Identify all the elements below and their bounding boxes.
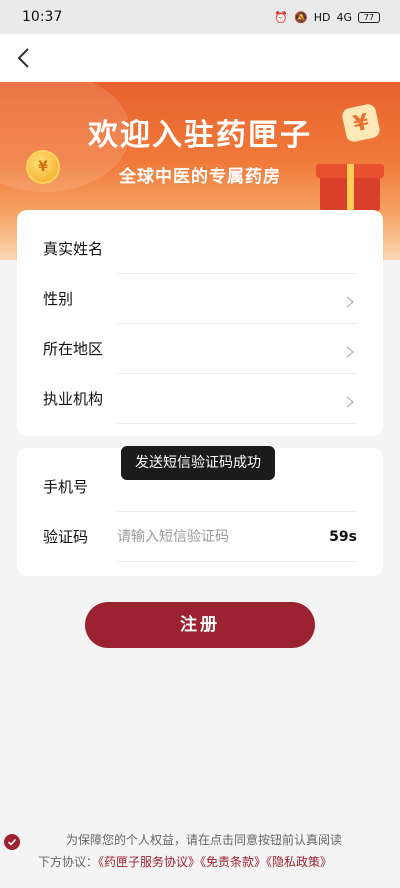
code-label: 验证码 [43,528,89,546]
agree-checkbox[interactable] [4,834,20,850]
divider [117,423,357,424]
agreement-text: 为保障您的个人权益，请在点击同意按钮前认真阅读 下方协议：《药匣子服务协议》《免… [38,829,368,873]
phone-label: 手机号 [43,478,89,496]
agreement-prefix: 下方协议： [38,855,99,869]
battery-icon: 77 [358,11,380,23]
privacy-policy-link[interactable]: 《隐私政策》 [266,855,332,869]
status-time: 10:37 [22,9,63,25]
service-agreement-link[interactable]: 《药匣子服务协议》 [98,855,200,869]
institution-label: 执业机构 [43,390,104,408]
gender-field[interactable]: 性别 [43,274,357,324]
code-input[interactable]: 请输入短信验证码 [117,512,229,562]
nav-bar [0,34,400,82]
banner-title: 欢迎入驻药匣子 [88,118,312,153]
network-type: HD [313,10,331,24]
countdown-timer: 59s [329,529,357,545]
chevron-right-icon [345,393,355,408]
region-field[interactable]: 所在地区 [43,324,357,374]
signal-label: 4G [336,10,352,24]
agreement-links-line: 下方协议：《药匣子服务协议》《免责条款》《隐私政策》 [38,851,368,873]
chevron-right-icon [345,343,355,358]
chevron-right-icon [345,293,355,308]
register-button[interactable]: 注册 [85,602,315,648]
gender-label: 性别 [43,290,74,308]
region-label: 所在地区 [43,340,104,358]
agreement-line: 为保障您的个人权益，请在点击同意按钮前认真阅读 [66,833,343,847]
mute-icon: 🔕 [294,10,308,24]
alarm-icon: ⏰ [274,10,289,24]
institution-field[interactable]: 执业机构 [43,374,357,424]
banner-subtitle: 全球中医的专属药房 [119,167,281,187]
verification-code-field[interactable]: 验证码 请输入短信验证码 59s [43,512,357,562]
divider [117,561,357,562]
real-name-label: 真实姓名 [43,240,104,258]
back-icon[interactable] [14,46,36,70]
toast-message: 发送短信验证码成功 [121,446,275,480]
disclaimer-link[interactable]: 《免责条款》 [200,855,266,869]
status-icons: ⏰ 🔕 HD 4G 77 [274,11,380,24]
real-name-field[interactable]: 真实姓名 [43,224,357,274]
profile-form-card: 真实姓名 性别 所在地区 执业机构 [17,210,383,436]
status-bar: 10:37 ⏰ 🔕 HD 4G 77 [0,0,400,34]
